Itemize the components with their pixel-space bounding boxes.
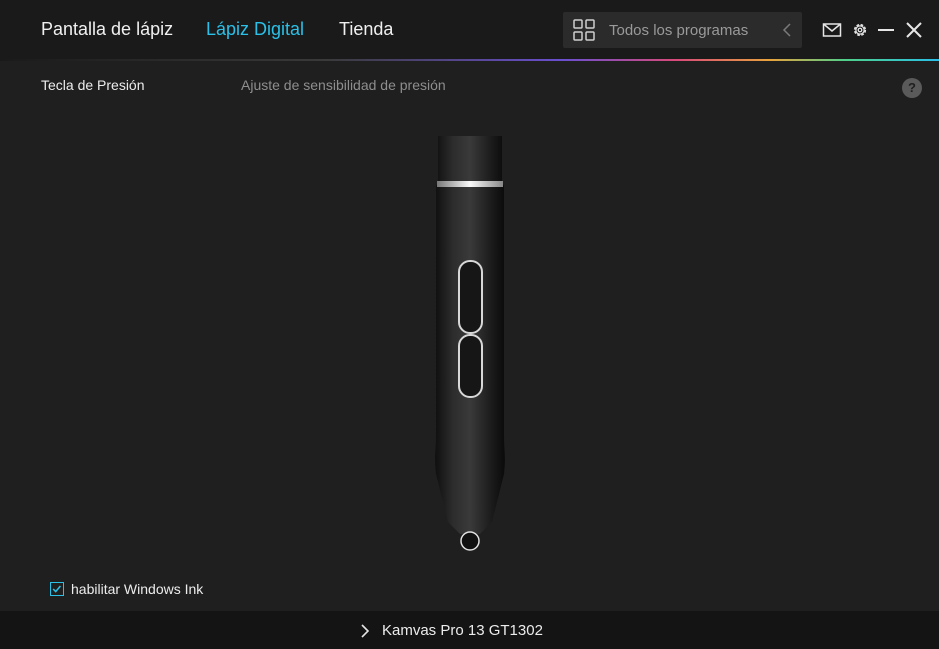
minimize-icon[interactable] — [876, 21, 896, 39]
tab-digital-pen[interactable]: Lápiz Digital — [206, 19, 304, 40]
accent-divider — [0, 59, 939, 61]
chevron-right-icon — [361, 624, 370, 638]
tab-pen-display[interactable]: Pantalla de lápiz — [41, 19, 173, 40]
help-icon[interactable]: ? — [902, 78, 922, 98]
windows-ink-label: habilitar Windows Ink — [71, 581, 204, 597]
mail-icon[interactable] — [822, 21, 842, 39]
title-bar: Pantalla de lápiz Lápiz Digital Tienda T… — [0, 0, 939, 60]
device-name: Kamvas Pro 13 GT1302 — [382, 622, 543, 639]
pen-illustration — [435, 136, 505, 551]
pen-ring — [437, 181, 503, 187]
tab-pressure-key[interactable]: Tecla de Presión — [41, 77, 145, 93]
checkmark-icon — [52, 585, 62, 593]
chevron-left-icon[interactable] — [782, 23, 792, 37]
device-bar: Kamvas Pro 13 GT1302 — [0, 611, 939, 649]
program-selector-value: Todos los programas — [609, 22, 749, 39]
grid-icon — [573, 19, 595, 41]
program-selector[interactable]: Todos los programas — [563, 12, 802, 48]
tab-store[interactable]: Tienda — [339, 19, 393, 40]
pen-upper-button — [458, 260, 483, 334]
tab-pressure-sensitivity[interactable]: Ajuste de sensibilidad de presión — [241, 77, 446, 93]
windows-ink-checkbox[interactable] — [50, 582, 64, 596]
gear-icon[interactable] — [850, 21, 870, 39]
close-icon[interactable] — [904, 21, 924, 39]
pen-nib — [460, 531, 480, 551]
pen-lower-button — [458, 334, 483, 398]
